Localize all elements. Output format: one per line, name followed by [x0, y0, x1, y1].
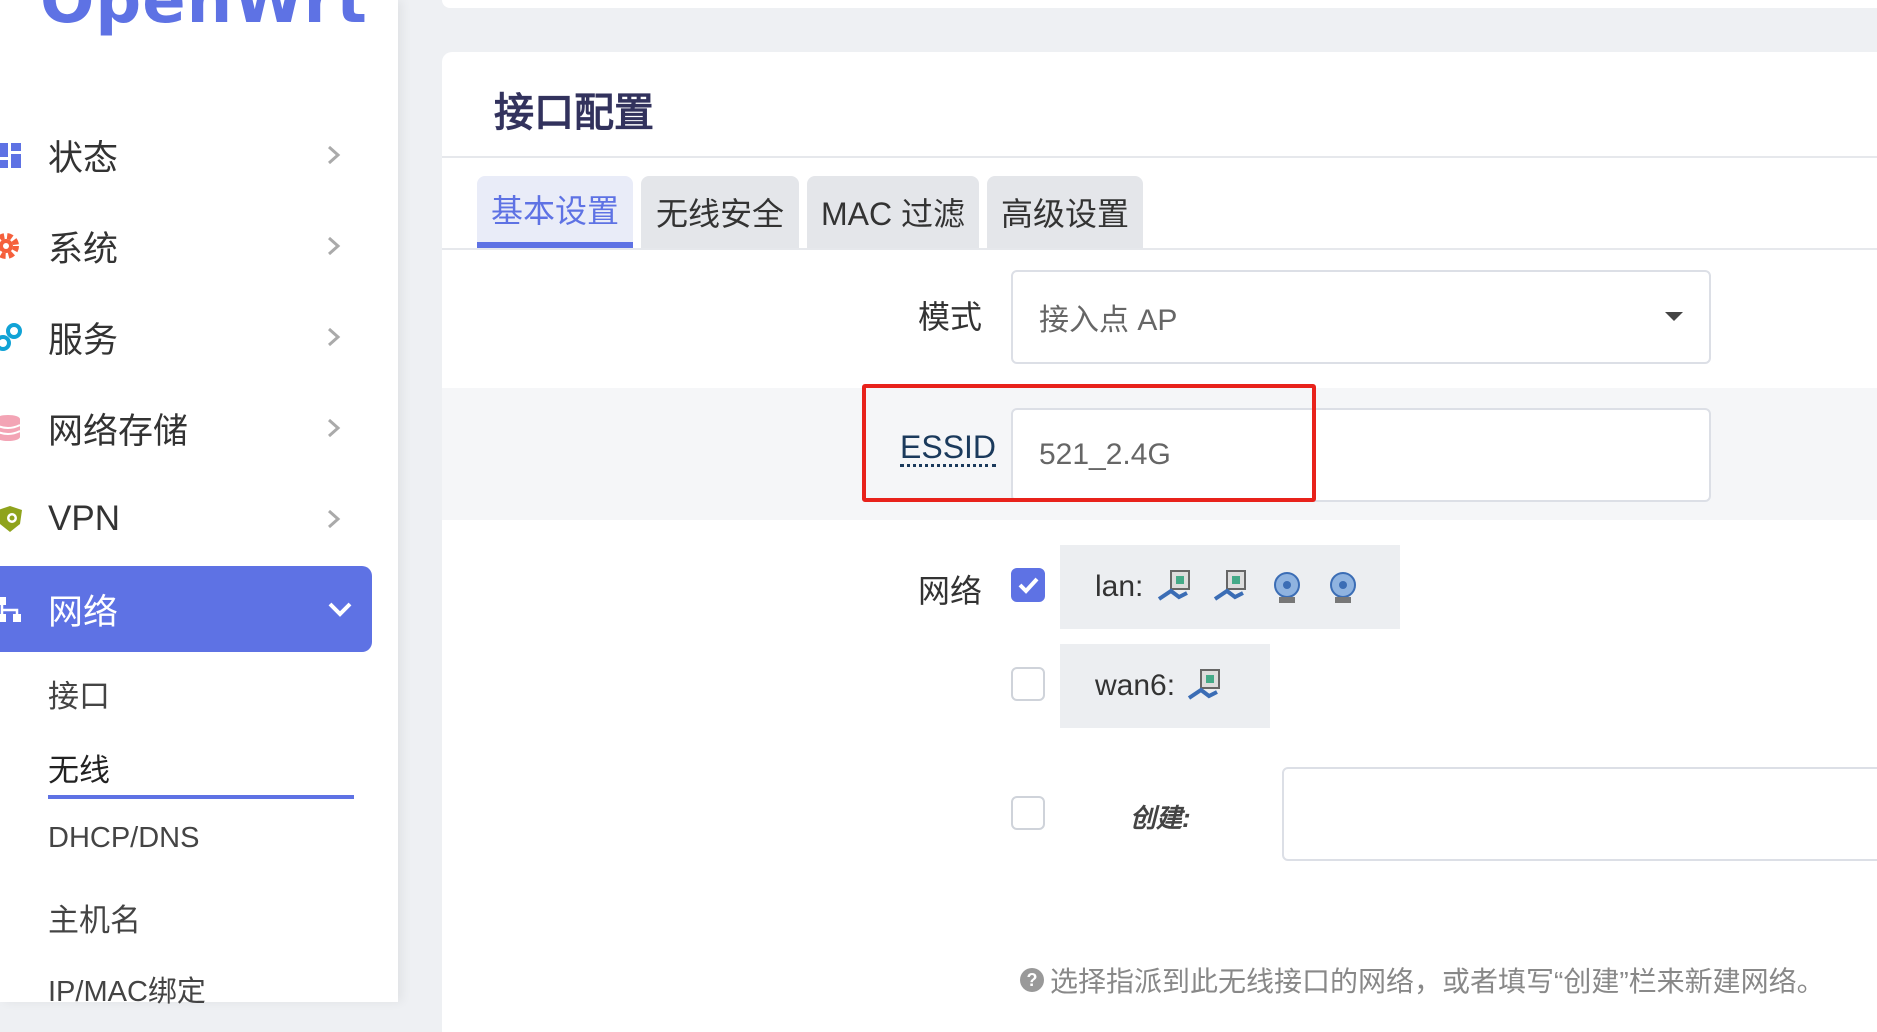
mode-select-value: 接入点 AP	[1039, 304, 1178, 337]
sidebar-item-services[interactable]: 服务	[0, 294, 372, 380]
tab-basic-settings[interactable]: 基本设置	[477, 176, 633, 248]
wan6-network-badge[interactable]: wan6:	[1060, 644, 1270, 728]
lan-checkbox[interactable]	[1011, 568, 1045, 602]
wan6-checkbox[interactable]	[1011, 667, 1045, 701]
chevron-down-icon	[325, 594, 355, 624]
card-title: 接口配置	[494, 91, 654, 135]
lan-network-badge[interactable]: lan:	[1060, 545, 1400, 629]
ethernet-port-icon	[1157, 569, 1193, 605]
annotation-highlight-box	[862, 384, 1316, 502]
openwrt-logo[interactable]: OpenWrt	[40, 0, 368, 38]
help-text: ? 选择指派到此无线接口的网络，或者填写“创建”栏来新建网络。	[1020, 960, 1825, 1000]
sidebar-item-label: 状态	[48, 138, 119, 178]
wifi-antenna-icon	[1269, 569, 1305, 605]
ethernet-port-icon	[1187, 668, 1223, 704]
chevron-right-icon	[325, 504, 343, 534]
sidebar-subitem-wireless[interactable]: 无线	[48, 745, 110, 790]
question-circle-icon: ?	[1020, 968, 1044, 992]
network-tree-icon	[0, 594, 24, 624]
check-icon	[1018, 577, 1039, 594]
dashboard-icon	[0, 140, 24, 170]
sidebar-item-label: 系统	[48, 229, 119, 269]
divider	[442, 156, 1877, 158]
lan-label: lan:	[1095, 570, 1144, 603]
chevron-right-icon	[325, 140, 343, 170]
active-subitem-indicator	[48, 795, 354, 799]
sidebar-item-label: 网络存储	[48, 411, 189, 451]
sidebar-subitem-dhcp-dns[interactable]: DHCP/DNS	[48, 822, 199, 855]
ethernet-port-icon	[1213, 569, 1249, 605]
create-network-input[interactable]	[1282, 767, 1877, 861]
sidebar-subitem-ip-mac-binding[interactable]: IP/MAC绑定	[48, 968, 206, 1010]
sidebar-item-status[interactable]: 状态	[0, 112, 372, 198]
sidebar-item-label: 网络	[48, 592, 119, 632]
sidebar-subitem-interfaces[interactable]: 接口	[48, 671, 110, 716]
sidebar-item-label: VPN	[48, 499, 120, 538]
chevron-right-icon	[325, 413, 343, 443]
caret-down-icon	[1665, 312, 1683, 321]
top-card	[442, 0, 1877, 8]
chevron-right-icon	[325, 231, 343, 261]
wifi-antenna-icon	[1325, 569, 1361, 605]
mode-label: 模式	[918, 299, 983, 335]
sidebar-item-label: 服务	[48, 320, 119, 360]
create-checkbox[interactable]	[1011, 796, 1045, 830]
vpn-shield-icon	[0, 504, 24, 534]
mode-select[interactable]: 接入点 AP	[1011, 270, 1711, 364]
sidebar: OpenWrt 状态 系统 服务 网络存储 VPN 网络 接口 无线 DHCP/…	[0, 0, 398, 1008]
create-label: 创建:	[1130, 803, 1191, 833]
help-text-content: 选择指派到此无线接口的网络，或者填写“创建”栏来新建网络。	[1050, 966, 1825, 997]
sidebar-item-network[interactable]: 网络	[0, 566, 372, 652]
interface-config-card: 接口配置 基本设置 无线安全 MAC 过滤 高级设置 模式 接入点 AP ESS…	[442, 52, 1877, 1032]
database-icon	[0, 413, 24, 443]
divider	[442, 248, 1877, 250]
sidebar-subitem-hostnames[interactable]: 主机名	[48, 895, 141, 940]
tab-mac-filter[interactable]: MAC 过滤	[807, 176, 979, 248]
cogs-icon	[0, 322, 24, 352]
gear-icon	[0, 231, 24, 261]
wan6-label: wan6:	[1095, 669, 1176, 702]
tab-advanced-settings[interactable]: 高级设置	[987, 176, 1143, 248]
chevron-right-icon	[325, 322, 343, 352]
sidebar-item-vpn[interactable]: VPN	[0, 476, 372, 562]
sidebar-item-system[interactable]: 系统	[0, 203, 372, 289]
tab-wireless-security[interactable]: 无线安全	[641, 176, 799, 248]
network-label: 网络	[918, 573, 983, 609]
sidebar-item-storage[interactable]: 网络存储	[0, 385, 372, 471]
